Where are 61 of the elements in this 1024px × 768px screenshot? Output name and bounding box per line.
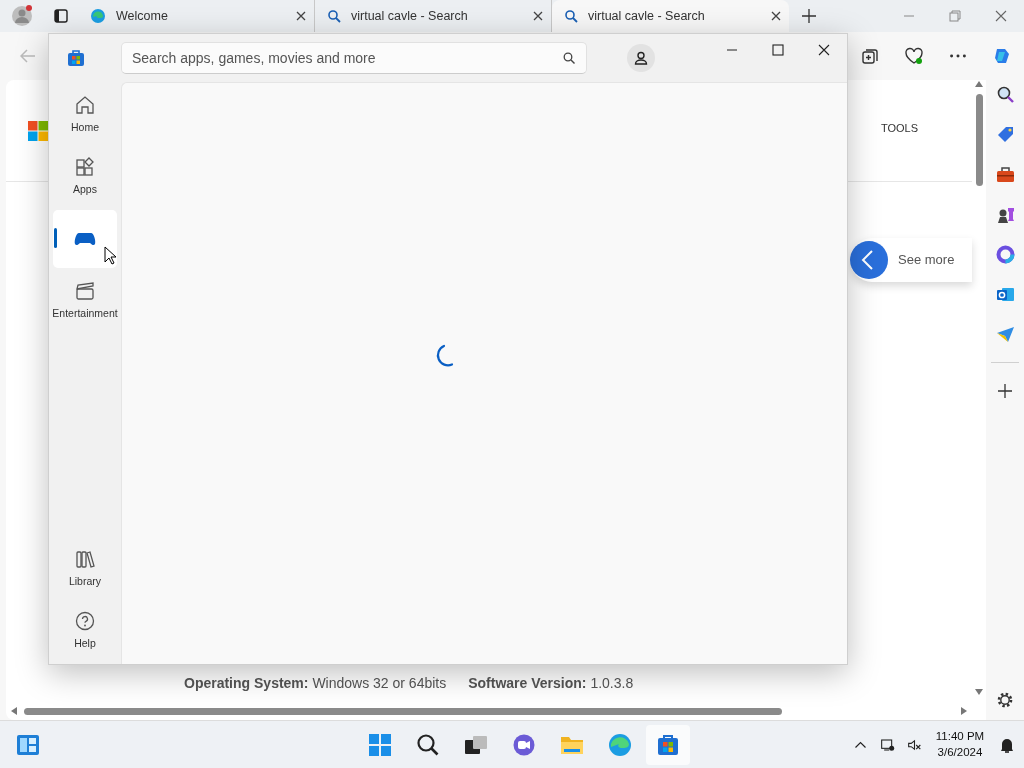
scroll-down-icon[interactable] bbox=[975, 688, 983, 696]
horizontal-scrollbar[interactable] bbox=[24, 707, 782, 715]
tools-link[interactable]: TOOLS bbox=[880, 120, 918, 137]
search-icon bbox=[563, 52, 575, 64]
nav-item[interactable]: Help bbox=[53, 602, 117, 660]
plus-icon bbox=[998, 384, 1012, 398]
see-more-button[interactable]: See more bbox=[850, 238, 972, 282]
mouse-cursor-icon bbox=[104, 246, 118, 266]
library-icon bbox=[74, 548, 96, 571]
close-icon bbox=[818, 44, 830, 56]
ring-logo-icon bbox=[995, 244, 1015, 264]
search-icon bbox=[327, 9, 341, 23]
clock-button[interactable]: 11:40 PM 3/6/2024 bbox=[928, 724, 992, 765]
browser-tab[interactable]: virtual cavle - Search bbox=[552, 0, 789, 32]
store-icon bbox=[656, 732, 680, 757]
edge-icon bbox=[608, 732, 632, 757]
help-icon bbox=[74, 610, 96, 633]
heart-icon bbox=[905, 47, 923, 65]
close-icon[interactable] bbox=[533, 11, 543, 21]
spec-text: Operating System: Windows 32 or 64bits bbox=[184, 674, 447, 693]
nav-item[interactable]: Home bbox=[53, 86, 117, 144]
scroll-left-icon[interactable] bbox=[10, 707, 18, 715]
nav-item[interactable]: Library bbox=[53, 540, 117, 598]
search-icon bbox=[564, 9, 578, 23]
plus-icon bbox=[802, 9, 816, 23]
video-chat-icon bbox=[512, 732, 536, 757]
close-icon[interactable] bbox=[771, 11, 781, 21]
avatar-icon bbox=[11, 5, 33, 27]
home-icon bbox=[74, 94, 96, 117]
logo-icon bbox=[28, 120, 48, 141]
store-button[interactable] bbox=[646, 724, 690, 765]
edge-icon bbox=[90, 8, 106, 24]
search-icon bbox=[995, 84, 1015, 104]
nav-item[interactable]: Apps bbox=[53, 148, 117, 206]
clapperboard-icon bbox=[74, 280, 96, 303]
nav-item[interactable]: Entertainment bbox=[53, 272, 117, 330]
restore-icon bbox=[949, 10, 961, 22]
store-logo-icon bbox=[67, 49, 85, 67]
search-icon bbox=[416, 732, 440, 757]
paper-plane-icon bbox=[995, 324, 1015, 344]
back-arrow-icon bbox=[20, 49, 36, 63]
toolbox-icon bbox=[995, 164, 1015, 184]
search-field[interactable]: Search apps, games, movies and more bbox=[121, 42, 587, 74]
close-icon[interactable] bbox=[296, 11, 306, 21]
apps-icon bbox=[74, 156, 96, 179]
start-icon bbox=[368, 732, 392, 757]
scroll-right-icon[interactable] bbox=[960, 707, 968, 715]
collections-icon bbox=[861, 47, 879, 65]
vertical-scrollbar[interactable] bbox=[975, 94, 983, 186]
account-button[interactable] bbox=[627, 44, 655, 72]
person-icon bbox=[634, 51, 648, 65]
copilot-icon bbox=[993, 47, 1011, 65]
close-icon bbox=[995, 10, 1007, 22]
more-icon bbox=[950, 54, 966, 58]
maximize-icon bbox=[772, 44, 784, 56]
nav-item[interactable] bbox=[53, 210, 117, 268]
widgets-icon bbox=[16, 733, 40, 756]
settings-icon bbox=[996, 691, 1014, 709]
sidebar-toggle-icon bbox=[54, 9, 68, 23]
chevron-left-icon bbox=[850, 241, 888, 279]
spec-text: Software Version: 1.0.3.8 bbox=[468, 674, 634, 693]
